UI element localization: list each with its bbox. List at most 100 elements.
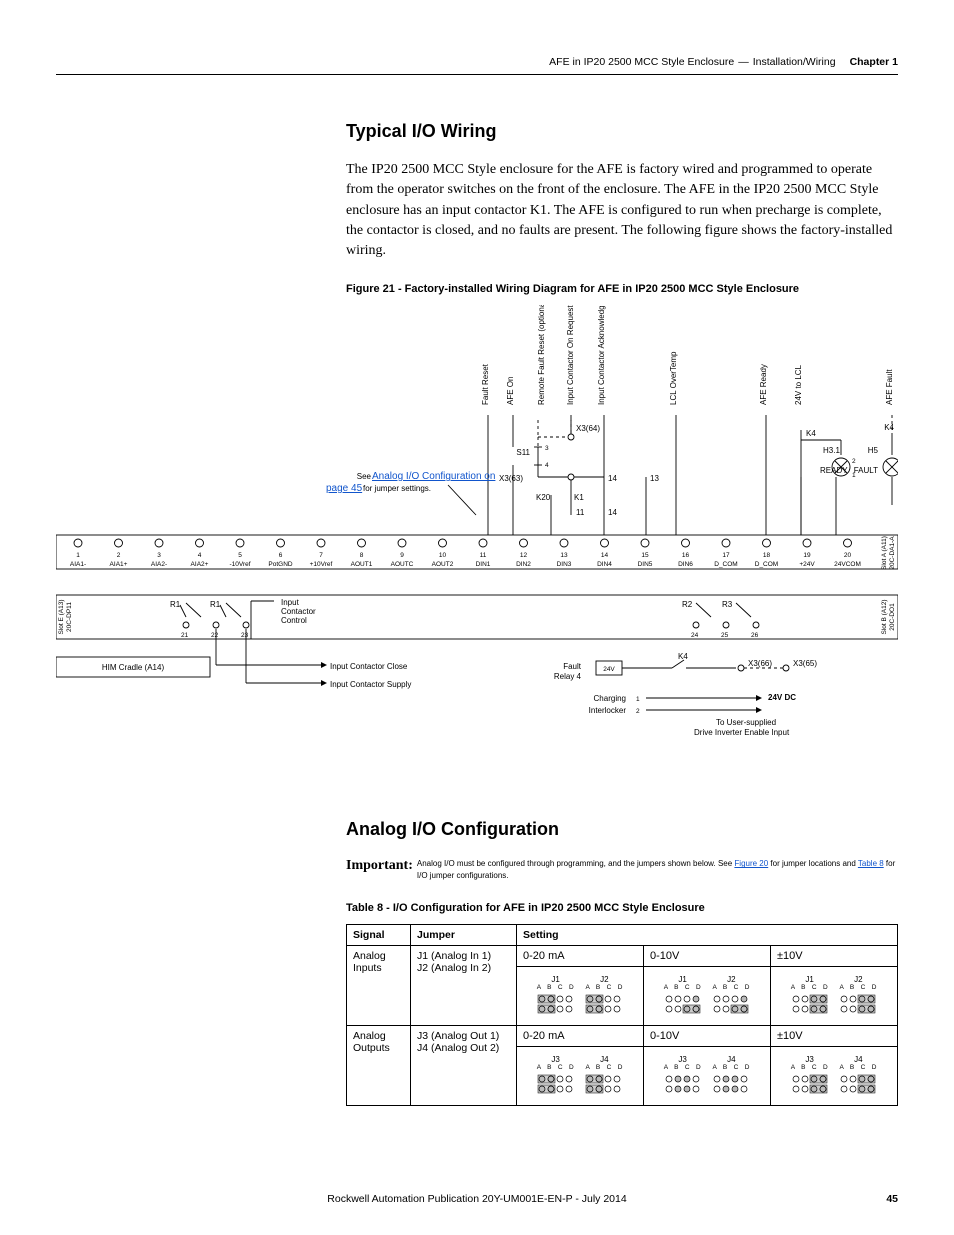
svg-text:R1: R1 <box>210 600 221 609</box>
svg-text:14: 14 <box>601 552 609 559</box>
svg-text:AIA2+: AIA2+ <box>191 561 209 568</box>
svg-text:for jumper settings.: for jumper settings. <box>363 484 431 493</box>
jumper-block-J3: J3 A B C D <box>789 1055 830 1099</box>
jumper-block-J2: J2 A B C D <box>711 975 752 1019</box>
ao-0-10v-diagram: J3 A B C D J4 A B C D <box>644 1046 771 1105</box>
jumper-block-J3: J3 A B C D <box>535 1055 576 1099</box>
svg-text:LCL OverTemp: LCL OverTemp <box>669 351 678 405</box>
table-8-link[interactable]: Table 8 <box>858 859 884 868</box>
ai-pm10v-diagram: J1 A B C D J2 A B C D <box>771 966 898 1025</box>
svg-text:Slot B (A12): Slot B (A12) <box>881 600 888 635</box>
breadcrumb-subsection: Installation/Wiring <box>753 56 836 68</box>
svg-text:25: 25 <box>721 632 729 639</box>
page-footer: Rockwell Automation Publication 20Y-UM00… <box>56 1193 898 1205</box>
svg-text:DIN2: DIN2 <box>516 561 531 568</box>
svg-text:20C-DP11: 20C-DP11 <box>66 602 73 632</box>
svg-text:AIA1-: AIA1- <box>70 561 86 568</box>
breadcrumb-section: AFE in IP20 2500 MCC Style Enclosure <box>549 56 734 68</box>
svg-text:Analog I/O Configuration on: Analog I/O Configuration on <box>372 471 495 482</box>
svg-text:DIN5: DIN5 <box>638 561 653 568</box>
svg-text:4: 4 <box>198 552 202 559</box>
wiring-diagram: .st{stroke:#000;stroke-width:0.9;fill:no… <box>56 305 898 785</box>
svg-text:Fault: Fault <box>563 662 582 671</box>
svg-text:AOUT1: AOUT1 <box>351 561 373 568</box>
svg-text:R1: R1 <box>170 600 181 609</box>
svg-text:AFE Ready: AFE Ready <box>759 365 768 406</box>
page-number: 45 <box>886 1193 898 1205</box>
mode-pm10v-out: ±10V <box>771 1025 898 1046</box>
svg-text:22: 22 <box>211 632 219 639</box>
svg-text:Slot A (A11): Slot A (A11) <box>881 537 888 571</box>
svg-text:READY: READY <box>820 466 848 475</box>
svg-text:2: 2 <box>117 552 121 559</box>
svg-text:Remote Fault Reset (optional): Remote Fault Reset (optional) <box>537 305 546 405</box>
section-heading-typical-io: Typical I/O Wiring <box>346 121 898 142</box>
ao-0-20ma-diagram: J3 A B C D J4 A B C D <box>517 1046 644 1105</box>
io-config-table: Signal Jumper Setting Analog Inputs J1 (… <box>346 924 898 1106</box>
table-caption: Table 8 - I/O Configuration for AFE in I… <box>346 902 898 914</box>
svg-text:HIM Cradle (A14): HIM Cradle (A14) <box>102 663 165 672</box>
mode-pm10v: ±10V <box>771 945 898 966</box>
svg-text:2: 2 <box>852 458 856 465</box>
svg-text:page 45: page 45 <box>326 483 363 494</box>
svg-text:X3(63): X3(63) <box>499 474 523 483</box>
svg-text:10: 10 <box>439 552 447 559</box>
svg-text:+24V: +24V <box>799 561 815 568</box>
svg-text:7: 7 <box>319 552 323 559</box>
svg-text:Drive Inverter Enable Input: Drive Inverter Enable Input <box>694 728 790 737</box>
svg-text:K4: K4 <box>806 429 816 438</box>
svg-text:21: 21 <box>181 632 189 639</box>
svg-text:X3(65): X3(65) <box>793 659 817 668</box>
separator: — <box>738 56 749 68</box>
svg-text:R2: R2 <box>682 600 693 609</box>
figure-20-link[interactable]: Figure 20 <box>734 859 768 868</box>
svg-text:Relay 4: Relay 4 <box>554 672 582 681</box>
svg-text:26: 26 <box>751 632 759 639</box>
svg-text:11: 11 <box>480 552 487 559</box>
svg-text:9: 9 <box>400 552 404 559</box>
svg-text:2: 2 <box>636 708 640 715</box>
jumper-analog-outputs: J3 (Analog Out 1) J4 (Analog Out 2) <box>411 1025 517 1105</box>
svg-text:24V DC: 24V DC <box>768 693 796 702</box>
figure-caption: Figure 21 - Factory-installed Wiring Dia… <box>346 283 898 295</box>
svg-text:DIN3: DIN3 <box>557 561 572 568</box>
important-note: Important: Analog I/O must be configured… <box>346 858 898 881</box>
figure-21: .st{stroke:#000;stroke-width:0.9;fill:no… <box>56 305 898 785</box>
svg-text:K4: K4 <box>884 423 894 432</box>
svg-text:Interlocker: Interlocker <box>589 706 627 715</box>
svg-text:AIA2-: AIA2- <box>151 561 167 568</box>
jumper-block-J2: J2 A B C D <box>584 975 625 1019</box>
svg-text:12: 12 <box>520 552 528 559</box>
svg-text:DIN1: DIN1 <box>476 561 491 568</box>
svg-text:Input Contactor On Request: Input Contactor On Request <box>566 305 575 405</box>
svg-text:D_COM: D_COM <box>755 561 778 568</box>
svg-text:AFE Fault: AFE Fault <box>885 369 894 405</box>
svg-text:24: 24 <box>691 632 699 639</box>
svg-text:24V: 24V <box>603 666 615 673</box>
svg-text:PotGND: PotGND <box>268 561 293 568</box>
jumper-block-J1: J1 A B C D <box>789 975 830 1019</box>
svg-text:1: 1 <box>636 696 640 703</box>
svg-text:17: 17 <box>722 552 730 559</box>
mode-0-10v: 0-10V <box>644 945 771 966</box>
svg-text:13: 13 <box>650 474 659 483</box>
jumper-analog-inputs: J1 (Analog In 1) J2 (Analog In 2) <box>411 945 517 1025</box>
svg-text:15: 15 <box>641 552 649 559</box>
jumper-block-J3: J3 A B C D <box>662 1055 703 1099</box>
svg-text:K20: K20 <box>536 493 551 502</box>
jumper-block-J1: J1 A B C D <box>535 975 576 1019</box>
svg-text:Charging: Charging <box>594 694 626 703</box>
ao-pm10v-diagram: J3 A B C D J4 A B C D <box>771 1046 898 1105</box>
svg-text:See: See <box>357 472 372 481</box>
section-heading-analog-io: Analog I/O Configuration <box>346 819 898 840</box>
col-setting: Setting <box>517 924 898 945</box>
signal-analog-inputs: Analog Inputs <box>347 945 411 1025</box>
svg-text:-10Vref: -10Vref <box>229 561 250 568</box>
svg-text:Input Contactor Supply: Input Contactor Supply <box>330 680 411 689</box>
svg-text:DIN4: DIN4 <box>597 561 612 568</box>
svg-text:Input: Input <box>281 598 300 607</box>
svg-text:+10Vref: +10Vref <box>310 561 333 568</box>
svg-text:20C-DA1-A: 20C-DA1-A <box>889 536 896 570</box>
svg-text:3: 3 <box>157 552 161 559</box>
svg-text:D_COM: D_COM <box>714 561 737 568</box>
